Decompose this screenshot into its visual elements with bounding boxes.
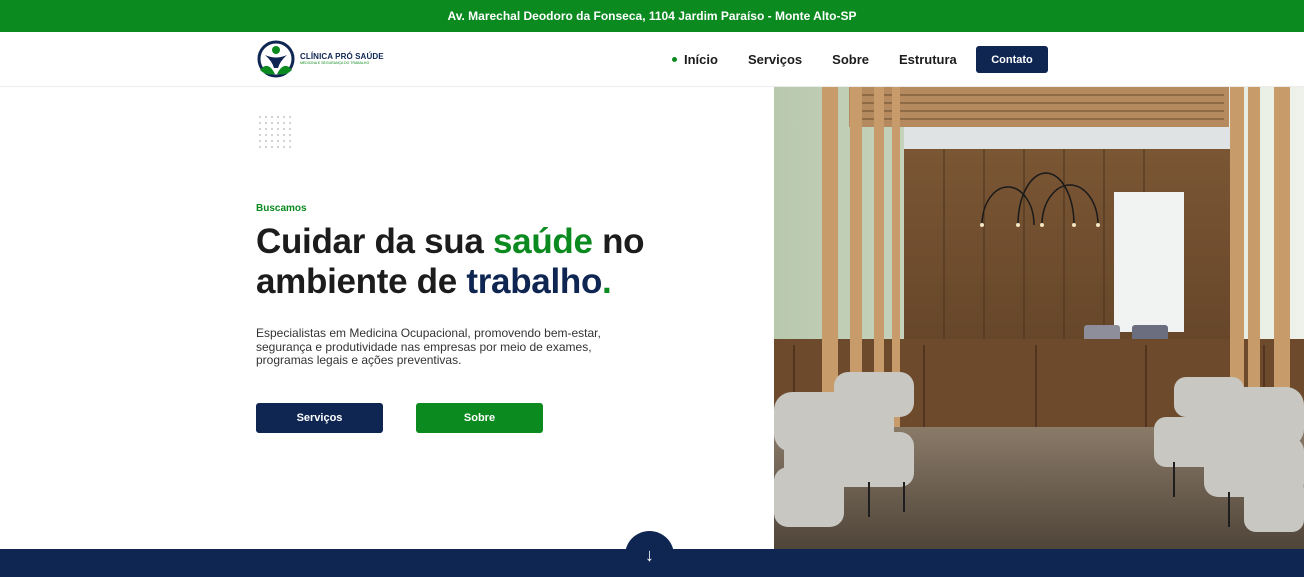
services-button[interactable]: Serviços	[256, 403, 383, 433]
hero-description: Especialistas em Medicina Ocupacional, p…	[256, 326, 601, 367]
contact-button[interactable]: Contato	[976, 46, 1048, 73]
arrow-down-icon: ↓	[645, 545, 654, 565]
nav-item-label: Sobre	[832, 52, 869, 67]
headline-part1: Cuidar da sua	[256, 222, 493, 261]
nav-item-inicio[interactable]: Início	[672, 52, 718, 67]
active-dot-icon	[672, 57, 677, 62]
main-navigation: CLÍNICA PRÓ SAÚDE MEDICINA E SEGURANÇA D…	[0, 32, 1304, 87]
nav-item-label: Estrutura	[899, 52, 957, 67]
clinic-logo-icon	[257, 40, 295, 78]
decorative-dot-grid	[257, 114, 293, 150]
nav-item-estrutura[interactable]: Estrutura	[899, 52, 957, 67]
clinic-logo[interactable]: CLÍNICA PRÓ SAÚDE MEDICINA E SEGURANÇA D…	[256, 40, 384, 78]
nav-item-label: Início	[684, 52, 718, 67]
address-bar: Av. Marechal Deodoro da Fonseca, 1104 Ja…	[0, 0, 1304, 32]
clinic-tagline: MEDICINA E SEGURANÇA DO TRABALHO	[300, 60, 370, 65]
address-text: Av. Marechal Deodoro da Fonseca, 1104 Ja…	[447, 9, 857, 23]
headline-end: .	[602, 262, 612, 301]
nav-item-servicos[interactable]: Serviços	[748, 52, 802, 67]
nav-menu: Início Serviços Sobre Estrutura	[672, 32, 987, 87]
waiting-room-photo	[774, 87, 1304, 549]
hero-kicker: Buscamos	[256, 203, 307, 214]
about-button[interactable]: Sobre	[416, 403, 543, 433]
headline-highlight-trabalho: trabalho	[466, 262, 603, 301]
headline-highlight-saude: saúde	[492, 222, 593, 261]
hero-headline: Cuidar da sua saúde no ambiente de traba…	[256, 222, 726, 302]
clinic-name: CLÍNICA PRÓ SAÚDE	[300, 51, 384, 61]
scroll-down-button[interactable]: ↓	[625, 531, 674, 577]
nav-item-label: Serviços	[747, 52, 803, 67]
nav-item-sobre[interactable]: Sobre	[832, 52, 869, 67]
